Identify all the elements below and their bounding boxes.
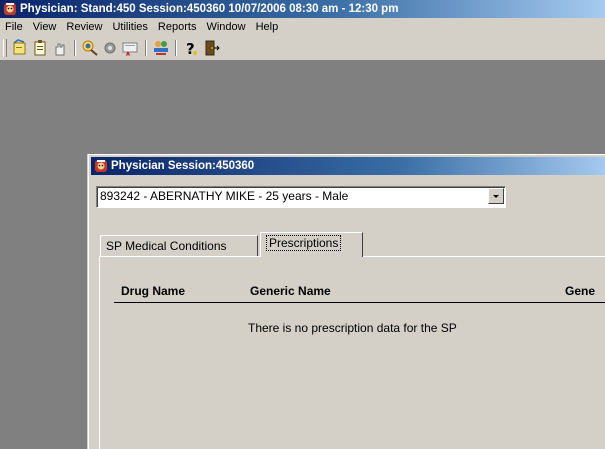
toolbar: ? [0, 36, 605, 61]
toolbar-separator [74, 40, 76, 56]
tab-label: SP Medical Conditions [106, 239, 227, 253]
app-title: Physician: Stand:450 Session:450360 10/0… [20, 3, 399, 15]
application-window: Physician: Stand:450 Session:450360 10/0… [0, 0, 605, 449]
certificate-icon[interactable] [121, 39, 139, 57]
column-header-generic-name[interactable]: Generic Name [250, 284, 331, 298]
toolbar-separator [175, 40, 177, 56]
session-title-bar[interactable]: Physician Session:450360 [91, 157, 605, 175]
session-title: Physician Session:450360 [111, 160, 255, 172]
svg-text:?: ? [186, 40, 195, 57]
toolbar-separator [145, 40, 147, 56]
menu-utilities[interactable]: Utilities [107, 21, 152, 33]
physician-session-window: Physician Session:450360 893242 - ABERNA… [88, 154, 605, 449]
toolbar-grip[interactable] [3, 39, 7, 57]
header-divider [114, 302, 605, 303]
tab-prescriptions[interactable]: Prescriptions [260, 232, 363, 257]
menu-window[interactable]: Window [201, 21, 250, 33]
record-icon[interactable] [101, 39, 119, 57]
menu-review[interactable]: Review [61, 21, 107, 33]
new-session-icon[interactable] [11, 39, 29, 57]
sp-selector-dropdown[interactable]: 893242 - ABERNATHY MIKE - 25 years - Mal… [96, 186, 506, 208]
sp-selector-value: 893242 - ABERNATHY MIKE - 25 years - Mal… [100, 189, 349, 203]
tab-label: Prescriptions [266, 235, 342, 251]
physician-app-icon [3, 2, 17, 16]
people-transfer-icon[interactable] [152, 39, 170, 57]
chevron-down-icon[interactable] [488, 188, 504, 204]
column-header-drug-name[interactable]: Drug Name [121, 284, 185, 298]
clipboard-icon[interactable] [31, 39, 49, 57]
empty-state-message: There is no prescription data for the SP [248, 321, 457, 335]
menu-view[interactable]: View [28, 21, 62, 33]
hand-icon[interactable] [51, 39, 69, 57]
menu-reports[interactable]: Reports [153, 21, 202, 33]
tab-sp-medical-conditions[interactable]: SP Medical Conditions [100, 235, 258, 257]
menu-file[interactable]: File [0, 21, 28, 33]
exit-icon[interactable] [202, 39, 220, 57]
app-title-bar[interactable]: Physician: Stand:450 Session:450360 10/0… [0, 0, 605, 18]
column-header-generic-truncated[interactable]: Gene [565, 284, 595, 298]
menu-help[interactable]: Help [251, 21, 284, 33]
physician-app-icon [94, 159, 108, 173]
search-people-icon[interactable] [81, 39, 99, 57]
help-icon[interactable]: ? [182, 39, 200, 58]
menu-bar: File View Review Utilities Reports Window Help [0, 18, 605, 36]
